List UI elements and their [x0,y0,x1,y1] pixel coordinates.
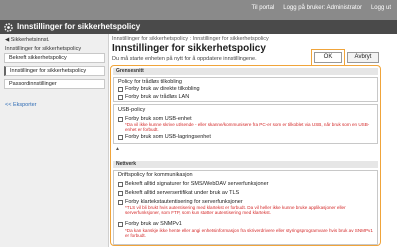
usb-warning: *Da vil ikke kunne skrive ut/sende - ell… [125,122,370,133]
gear-icon [4,23,13,32]
logged-in-user: Logg på bruker: Administrator [283,5,362,11]
checkbox[interactable] [118,221,123,227]
page-header: Innstillinger for sikkerhetspolicy [0,20,397,34]
checkbox[interactable] [118,190,123,196]
cancel-button[interactable]: Avbryt [347,52,379,63]
wireless-option-direct[interactable]: Forby bruk av direkte tilkobling [118,86,200,92]
checkbox[interactable] [118,181,123,187]
checkbox[interactable] [118,86,123,92]
collapse-icon[interactable]: ▲ [115,146,120,152]
sidebar: ◀ Sikkerhetsinnst. Innstillinger for sik… [0,34,109,247]
restart-hint: Du må starte enheten på nytt for å oppda… [112,56,257,62]
portal-link[interactable]: Til portal [251,5,274,11]
checkbox[interactable] [118,134,123,140]
checkbox-label: Forby bruk av direkte tilkobling [125,86,200,92]
export-link[interactable]: << Eksporter [5,102,37,108]
logout-link[interactable]: Logg ut [371,5,391,11]
sidebar-item-password-settings[interactable]: Passordinnstillinger [4,79,105,89]
cleartext-warning: *TLS vil bli brukt hvis autentisering me… [125,205,346,216]
sidebar-heading: Innstillinger for sikkerhetspolicy [5,46,82,52]
usb-option-storage[interactable]: Forby bruk som USB-lagringsenhet [118,134,211,140]
header-title: Innstillinger for sikkerhetspolicy [17,22,141,31]
section-network-header[interactable]: Nettverk [113,161,378,168]
breadcrumb: Innstillinger for sikkerhetspolicy : Inn… [112,36,269,42]
section-divider: ▲ [113,146,378,152]
checkbox[interactable] [118,94,123,100]
sidebar-back-link[interactable]: ◀ Sikkerhetsinnst. [5,37,50,43]
sidebar-item-policy-settings[interactable]: Innstillinger for sikkerhetspolicy [4,66,105,76]
checkbox-label: Bekreft alltid signaturer for SMS/WebDAV… [125,181,269,187]
network-option-snmpv1[interactable]: Forby bruk av SNMPv1 [118,221,182,227]
wireless-option-lan[interactable]: Forby bruk av trådløs LAN [118,94,189,100]
snmp-warning: *Da kan kanskje ikke hente eller angi en… [125,228,373,239]
checkbox-label: Forby bruk av trådløs LAN [125,94,190,100]
section-interface-header[interactable]: Grensesnitt [113,68,378,75]
top-links: Til portal Logg på bruker: Administrator… [251,5,391,11]
usb-policy-heading: USB-policy [118,107,146,113]
checkbox-label: Forby bruk som USB-lagringsenhet [125,134,211,140]
page-title: Innstillinger for sikkerhetspolicy [112,43,266,54]
checkbox-label: Forby bruk av SNMPv1 [125,221,182,227]
checkbox[interactable] [118,116,123,122]
ok-button[interactable]: OK [311,49,345,66]
checkbox-label: Bekreft alltid serversertifikat under br… [125,190,240,196]
network-option-signatures[interactable]: Bekreft alltid signaturer for SMS/WebDAV… [118,181,268,187]
network-option-tls-cert[interactable]: Bekreft alltid serversertifikat under br… [118,190,239,196]
top-bar: Til portal Logg på bruker: Administrator… [0,0,397,20]
settings-panel: Grensesnitt Policy for trådløs tilkoblin… [110,65,381,246]
wireless-policy-heading: Policy for trådløs tilkobling [118,79,182,85]
sidebar-item-confirm-policy[interactable]: Bekreft sikkerhetspolicy [4,53,105,63]
checkbox[interactable] [118,199,123,205]
comm-policy-heading: Driftspolicy for kommunikasjon [118,172,193,178]
